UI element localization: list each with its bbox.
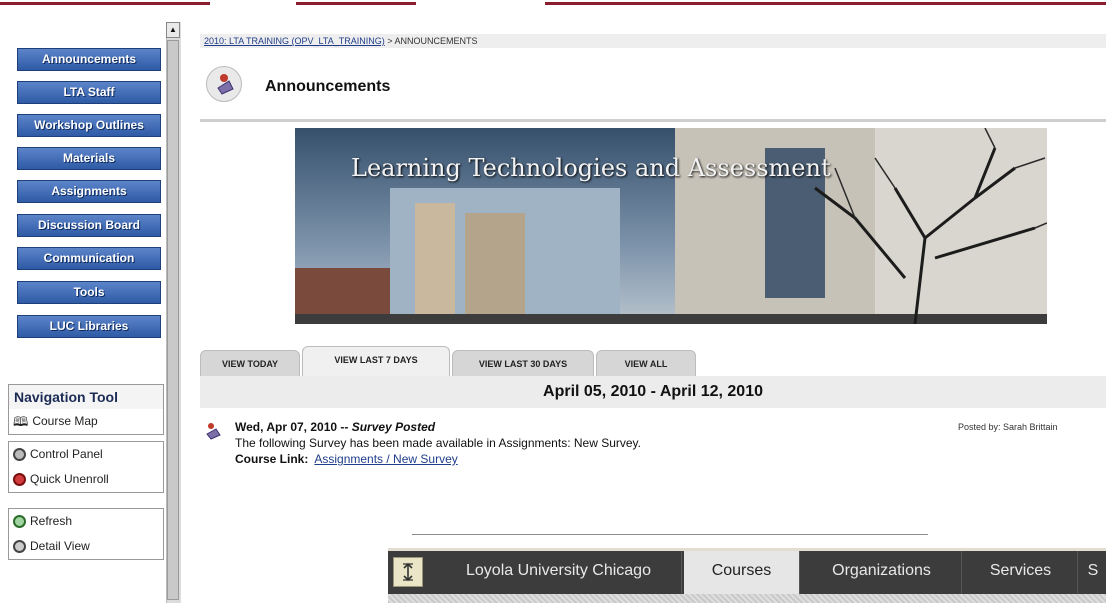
menu-button-announcements[interactable]: Announcements [17, 48, 161, 71]
menu-button-assignments[interactable]: Assignments [17, 180, 161, 203]
tab-view-last-7-days[interactable]: VIEW LAST 7 DAYS [302, 346, 450, 376]
course-map-label: Course Map [32, 414, 98, 428]
portal-tab-loyola-university-chicago[interactable]: Loyola University Chicago [436, 551, 682, 594]
page-title: Announcements [265, 78, 391, 95]
top-accent-bar [0, 0, 1106, 5]
tab-view-all[interactable]: VIEW ALL [596, 350, 696, 376]
left-sidebar: ▲ Announcements LTA Staff Workshop Outli… [0, 18, 190, 603]
breadcrumb: 2010: LTA TRAINING (OPV_LTA_TRAINING) > … [200, 34, 1106, 48]
portal-tab-organizations[interactable]: Organizations [802, 551, 962, 594]
view-box: Refresh Detail View [8, 508, 164, 560]
scroll-up-arrow-icon[interactable]: ▲ [166, 22, 180, 38]
refresh-link[interactable]: Refresh [9, 509, 163, 534]
detail-view-label: Detail View [30, 539, 90, 553]
date-range-header: April 05, 2010 - April 12, 2010 [200, 376, 1106, 408]
portal-tab-courses[interactable]: Courses [684, 551, 800, 594]
menu-button-lta-staff[interactable]: LTA Staff [17, 81, 161, 104]
refresh-label: Refresh [30, 514, 73, 528]
book-icon: 🕮 [13, 414, 29, 429]
banner-image: Learning Technologies and Assessment [295, 128, 1047, 324]
refresh-icon [13, 515, 26, 528]
menu-button-tools[interactable]: Tools [17, 281, 161, 304]
announcement-body: The following Survey has been made avail… [235, 436, 641, 450]
control-panel-icon [13, 448, 26, 461]
expand-toggle-icon[interactable] [393, 557, 423, 587]
control-panel-label: Control Panel [30, 447, 103, 461]
navigation-tool-box: Navigation Tool 🕮 Course Map [8, 384, 164, 435]
banner-title: Learning Technologies and Assessment [351, 154, 831, 182]
menu-button-materials[interactable]: Materials [17, 147, 161, 170]
announcement-item-icon [206, 423, 221, 440]
header-divider [200, 119, 1106, 122]
course-link[interactable]: Assignments / New Survey [314, 452, 457, 466]
tab-view-today[interactable]: VIEW TODAY [200, 350, 300, 376]
portal-tab-bar: Loyola University Chicago Courses Organi… [388, 548, 1106, 603]
announcement-date: Wed, Apr 07, 2010 -- [235, 420, 352, 434]
control-box: Control Panel Quick Unenroll [8, 441, 164, 493]
navigation-tool-header: Navigation Tool [9, 385, 163, 409]
control-panel-link[interactable]: Control Panel [9, 442, 163, 467]
announcements-icon [206, 66, 242, 102]
unenroll-icon [13, 473, 26, 486]
announcement-course-link-row: Course Link: Assignments / New Survey [235, 452, 458, 466]
portal-tab-truncated[interactable]: S [1080, 551, 1106, 594]
detail-view-link[interactable]: Detail View [9, 534, 163, 559]
detail-view-icon [13, 540, 26, 553]
breadcrumb-current: > ANNOUNCEMENTS [384, 36, 478, 46]
menu-button-communication[interactable]: Communication [17, 247, 161, 270]
course-link-label: Course Link: [235, 452, 309, 466]
course-map-link[interactable]: 🕮 Course Map [9, 409, 163, 434]
tab-view-last-30-days[interactable]: VIEW LAST 30 DAYS [452, 350, 594, 376]
menu-button-luc-libraries[interactable]: LUC Libraries [17, 315, 161, 338]
sidebar-scroll-thumb[interactable] [167, 40, 179, 600]
menu-button-discussion-board[interactable]: Discussion Board [17, 214, 161, 237]
tab-bar-bottom-strip [388, 594, 1106, 603]
announcement-subject: Survey Posted [351, 420, 436, 434]
breadcrumb-course-link[interactable]: 2010: LTA TRAINING (OPV_LTA_TRAINING) [204, 36, 385, 46]
portal-tab-services[interactable]: Services [964, 551, 1078, 594]
quick-unenroll-link[interactable]: Quick Unenroll [9, 467, 163, 492]
announcement-title: Wed, Apr 07, 2010 -- Survey Posted [235, 420, 435, 434]
page-header: Announcements [200, 66, 1106, 122]
quick-unenroll-label: Quick Unenroll [30, 472, 109, 486]
menu-button-workshop-outlines[interactable]: Workshop Outlines [17, 114, 161, 137]
content-separator [412, 534, 928, 535]
announcement-posted-by: Posted by: Sarah Brittain [958, 422, 1058, 432]
